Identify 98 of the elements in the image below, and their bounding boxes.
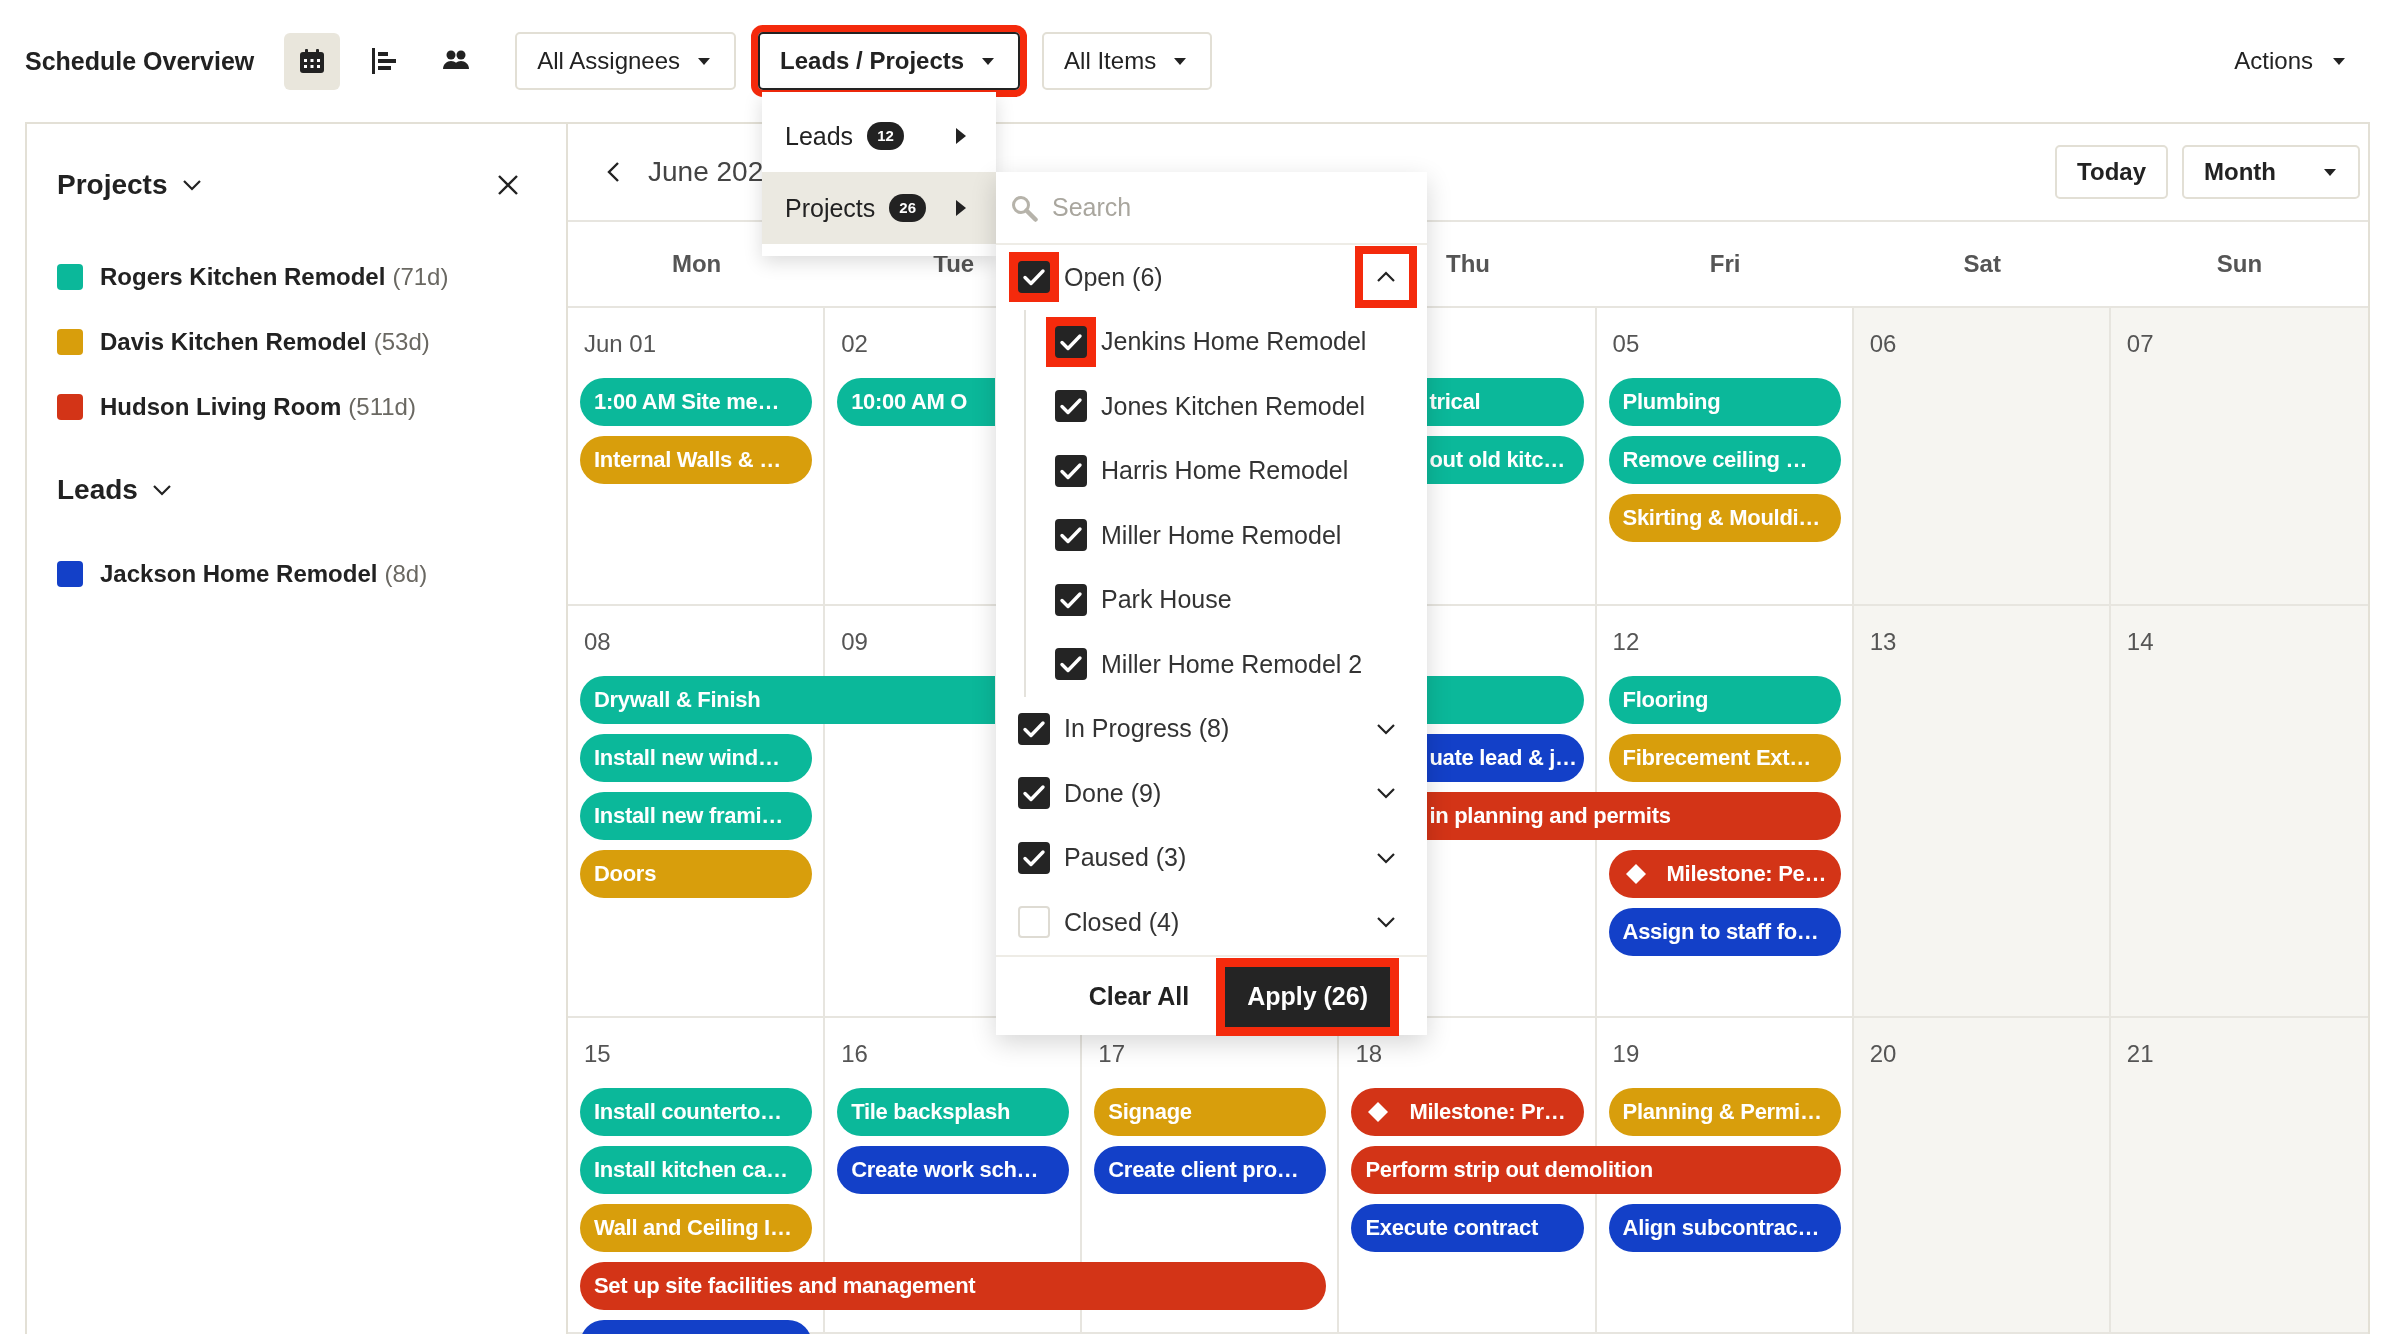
- status-label[interactable]: Done (9): [1064, 778, 1162, 808]
- close-icon: [497, 173, 519, 196]
- timeline-icon: [370, 47, 399, 75]
- search-icon: [1010, 193, 1038, 222]
- date-label: 20: [1869, 1040, 1897, 1067]
- weekday-label: Sat: [1963, 250, 2001, 278]
- checkbox[interactable]: [1018, 841, 1050, 874]
- caret-icon: [698, 57, 711, 65]
- today-button[interactable]: Today: [2055, 145, 2168, 199]
- project-name[interactable]: Hudson Living Room: [100, 393, 342, 421]
- view-dropdown[interactable]: Month: [2182, 145, 2360, 199]
- date-label: 21: [2126, 1040, 2154, 1067]
- filter-dropdown[interactable]: All Items: [1042, 32, 1213, 90]
- filter-dropdown[interactable]: All Assignees: [515, 32, 737, 90]
- chevron-down-icon: [181, 178, 202, 191]
- project-label[interactable]: Jenkins Home Remodel: [1101, 327, 1367, 357]
- date-label: 18: [1355, 1040, 1383, 1067]
- actions-menu[interactable]: Actions: [2234, 36, 2345, 86]
- date-label: 12: [1612, 628, 1640, 655]
- chevron-down-icon: [1376, 916, 1396, 929]
- status-label[interactable]: Open (6): [1064, 262, 1163, 292]
- project-name[interactable]: Rogers Kitchen Remodel: [100, 263, 386, 291]
- weekday-label: Fri: [1709, 250, 1741, 278]
- chevron-down-icon: [151, 483, 172, 496]
- date-label: 16: [841, 1040, 868, 1067]
- caret-icon: [1174, 57, 1187, 65]
- chevron-down-icon: [1376, 851, 1396, 864]
- event-bar[interactable]: Execute contract: [1351, 1204, 1584, 1252]
- date-label: Jun 01: [584, 330, 657, 357]
- diamond-icon: [1367, 1101, 1390, 1123]
- duration-label: (71d): [392, 263, 449, 291]
- event-bar[interactable]: Create work sch…: [837, 1146, 1070, 1194]
- project-name[interactable]: Jackson Home Remodel: [100, 560, 378, 588]
- status-label[interactable]: Closed (4): [1064, 907, 1180, 937]
- project-label[interactable]: Harris Home Remodel: [1101, 456, 1349, 486]
- date-label: 19: [1612, 1040, 1640, 1067]
- caret-icon: [2324, 168, 2336, 176]
- project-label[interactable]: Park House: [1101, 585, 1232, 615]
- chevron-up-icon: [1376, 271, 1396, 284]
- event-bar[interactable]: Align subcontrac…: [1608, 1204, 1841, 1252]
- event-bar[interactable]: Perform strip out demolition: [1351, 1146, 1841, 1194]
- count-badge: 12: [867, 122, 904, 150]
- date-label: 09: [841, 628, 868, 655]
- section-toggle[interactable]: Projects: [57, 162, 202, 207]
- date-label: 06: [1869, 330, 1897, 357]
- calendar-icon: [298, 47, 327, 75]
- date-label: 14: [2126, 628, 2154, 655]
- status-label[interactable]: In Progress (8): [1064, 714, 1230, 744]
- milestone-bar[interactable]: Milestone: Pe…: [1608, 850, 1841, 898]
- event-bar[interactable]: Set up site facilities and management: [580, 1262, 1327, 1310]
- date-label: 07: [2126, 330, 2154, 357]
- duration-label: (53d): [373, 328, 430, 356]
- event-bar[interactable]: Create client pro…: [1094, 1146, 1327, 1194]
- checkbox[interactable]: [1055, 648, 1087, 681]
- status-label[interactable]: Paused (3): [1064, 843, 1187, 873]
- weekday-label: Sun: [2216, 250, 2263, 278]
- date-label: 05: [1612, 330, 1640, 357]
- event-bar[interactable]: Assign to staff fo…: [1608, 908, 1841, 956]
- milestone-bar[interactable]: Milestone: Pr…: [1351, 1088, 1584, 1136]
- submenu-arrow-icon: [956, 200, 966, 216]
- checkbox[interactable]: [1055, 519, 1087, 552]
- date-label: 08: [584, 628, 611, 655]
- duration-label: (511d): [348, 393, 416, 421]
- checkbox[interactable]: [1055, 454, 1087, 487]
- weekday-label: Thu: [1446, 250, 1490, 278]
- caret-icon: [982, 57, 995, 65]
- section-toggle[interactable]: Leads: [57, 467, 172, 512]
- project-label[interactable]: Miller Home Remodel 2: [1101, 649, 1363, 679]
- event-bar[interactable]: uate lead & j…: [1425, 734, 1584, 782]
- submenu-arrow-icon: [956, 128, 966, 144]
- chevron-down-icon: [1376, 722, 1396, 735]
- caret-icon: [2333, 57, 2345, 65]
- duration-label: (8d): [384, 560, 428, 588]
- checkbox[interactable]: [1055, 325, 1087, 358]
- menu-item[interactable]: Leads 12: [762, 100, 996, 172]
- date-label: 02: [841, 330, 868, 357]
- date-label: 17: [1098, 1040, 1125, 1067]
- checkbox[interactable]: [1055, 583, 1087, 616]
- clear-all-button[interactable]: Clear All: [1088, 982, 1190, 1011]
- date-label: 15: [584, 1040, 611, 1067]
- checkbox[interactable]: [1055, 390, 1087, 423]
- checkbox[interactable]: [1018, 261, 1050, 294]
- chevron-down-icon: [1376, 787, 1396, 800]
- date-label: 13: [1869, 628, 1897, 655]
- menu-item[interactable]: Projects 26: [762, 172, 996, 244]
- checkbox[interactable]: [1018, 712, 1050, 745]
- count-badge: 26: [889, 194, 926, 222]
- event-bar[interactable]: in planning and permits: [1425, 792, 1841, 840]
- calendar-view-button[interactable]: [284, 32, 341, 90]
- project-name[interactable]: Davis Kitchen Remodel: [100, 328, 367, 356]
- weekday-label: Mon: [671, 250, 722, 278]
- checkbox[interactable]: [1018, 777, 1050, 810]
- project-label[interactable]: Jones Kitchen Remodel: [1101, 391, 1366, 421]
- project-label[interactable]: Miller Home Remodel: [1101, 520, 1342, 550]
- page-title: Schedule Overview: [25, 46, 255, 76]
- chevron-left-icon: [606, 161, 620, 183]
- month-title: June 202: [648, 156, 764, 188]
- diamond-icon: [1624, 863, 1647, 885]
